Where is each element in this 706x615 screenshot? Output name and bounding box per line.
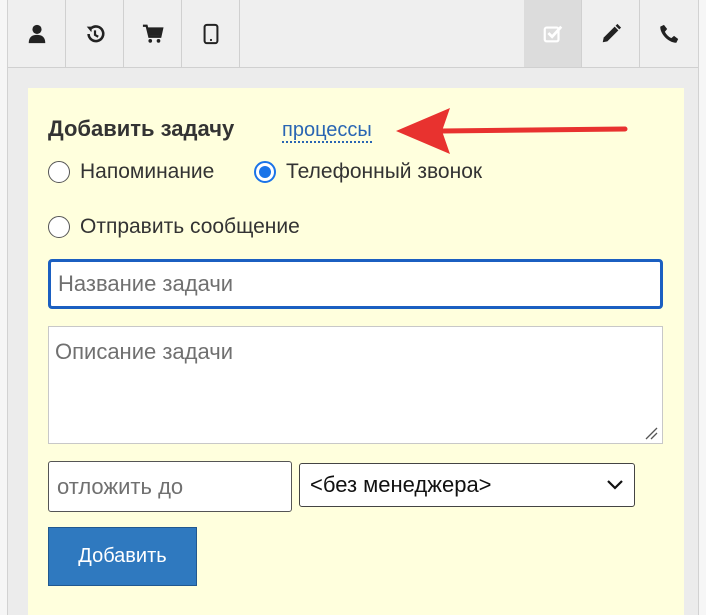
- phone-icon: [660, 24, 679, 43]
- manager-select[interactable]: <без менеджера>: [299, 463, 635, 507]
- history-icon: [86, 24, 104, 42]
- radio-phone-call-button[interactable]: [254, 161, 276, 183]
- radio-send-message[interactable]: Отправить сообщение: [48, 215, 300, 239]
- radio-reminder[interactable]: Напоминание: [48, 160, 214, 184]
- chevron-down-icon: [607, 480, 623, 490]
- task-check-icon: [543, 25, 562, 42]
- annotation-arrow: [396, 108, 628, 154]
- toolbar-button-tasks[interactable]: [524, 0, 582, 67]
- cart-icon: [142, 24, 164, 43]
- user-icon: [28, 24, 45, 43]
- defer-until-input[interactable]: [48, 461, 292, 512]
- top-toolbar: [8, 0, 698, 68]
- manager-select-value: <без менеджера>: [310, 472, 492, 497]
- toolbar-button-tablet[interactable]: [182, 0, 240, 67]
- add-button[interactable]: Добавить: [48, 527, 197, 586]
- toolbar-button-history[interactable]: [66, 0, 124, 67]
- processes-link[interactable]: процессы: [282, 119, 372, 143]
- pencil-icon: [602, 23, 621, 42]
- resize-handle-icon[interactable]: [644, 426, 658, 440]
- radio-send-message-button[interactable]: [48, 216, 70, 238]
- add-task-title: Добавить задачу: [48, 116, 235, 141]
- toolbar-button-edit[interactable]: [582, 0, 640, 67]
- task-name-input[interactable]: [48, 259, 663, 309]
- radio-reminder-button[interactable]: [48, 161, 70, 183]
- right-frame-border: [698, 0, 706, 615]
- left-frame-border: [0, 0, 8, 615]
- add-task-panel: Добавить задачу процессы Напоминание Тел…: [28, 88, 684, 615]
- toolbar-button-cart[interactable]: [124, 0, 182, 67]
- radio-send-message-label: Отправить сообщение: [80, 215, 300, 238]
- task-description-textarea[interactable]: [48, 326, 663, 444]
- radio-reminder-label: Напоминание: [80, 160, 215, 183]
- tablet-icon: [203, 23, 218, 44]
- toolbar-button-phone[interactable]: [640, 0, 698, 67]
- toolbar-button-user[interactable]: [8, 0, 66, 67]
